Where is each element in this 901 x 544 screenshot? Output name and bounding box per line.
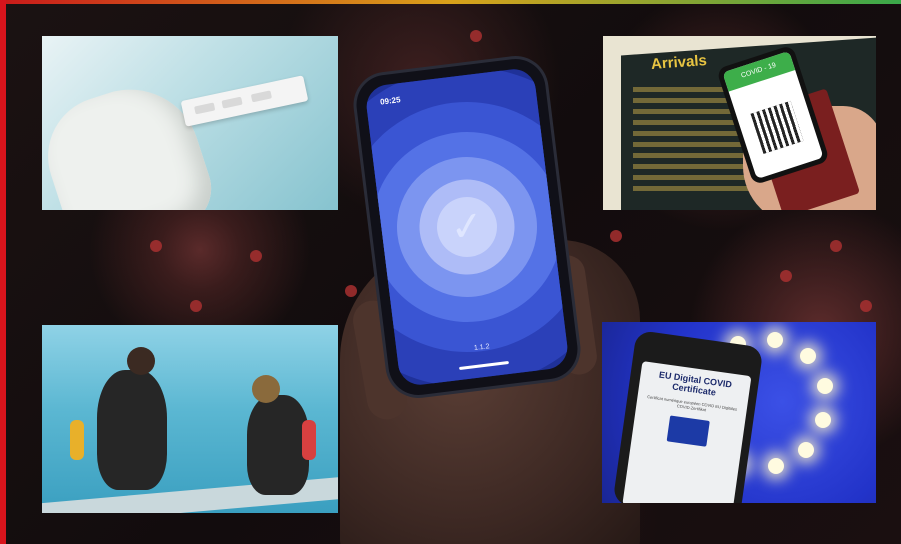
virus-spike bbox=[345, 285, 357, 297]
eu-star-icon bbox=[817, 378, 833, 394]
photo-eu-certificate: EU Digital COVID Certificate Certificat … bbox=[602, 322, 876, 503]
photo-airport-arrivals: Arrivals COVID - 19 bbox=[603, 36, 876, 210]
collage-frame: ✓ 09:25 1.1.2 Arrivals COVID - 19 EU Dig… bbox=[0, 0, 901, 544]
virus-spike bbox=[150, 240, 162, 252]
phone-eu-certificate: EU Digital COVID Certificate Certificat … bbox=[612, 329, 764, 503]
checkmark-icon: ✓ bbox=[447, 203, 487, 251]
air-tank bbox=[302, 420, 316, 460]
eu-star-icon bbox=[815, 412, 831, 428]
eu-star-icon bbox=[767, 332, 783, 348]
smartphone: ✓ 09:25 1.1.2 bbox=[353, 55, 581, 399]
eu-star-icon bbox=[798, 442, 814, 458]
virus-spike bbox=[610, 230, 622, 242]
phone-screen: ✓ 09:25 1.1.2 bbox=[364, 66, 570, 388]
eu-flag-icon bbox=[666, 415, 710, 447]
top-color-bar bbox=[0, 0, 901, 4]
photo-antigen-test bbox=[42, 36, 338, 210]
photo-scuba-divers bbox=[42, 325, 338, 513]
virus-spike bbox=[470, 30, 482, 42]
left-accent-bar bbox=[0, 0, 6, 544]
test-cassette bbox=[180, 75, 309, 127]
virus-spike bbox=[780, 270, 792, 282]
air-tank bbox=[70, 420, 84, 460]
diver-head bbox=[127, 347, 155, 375]
qr-code-icon bbox=[750, 100, 804, 154]
virus-spike bbox=[830, 240, 842, 252]
diver-right bbox=[247, 395, 309, 495]
virus-spike bbox=[250, 250, 262, 262]
diver-head bbox=[252, 375, 280, 403]
gloved-hand bbox=[42, 71, 222, 210]
virus-spike bbox=[190, 300, 202, 312]
eu-star-icon bbox=[768, 458, 784, 474]
diver-left bbox=[97, 370, 167, 490]
eu-star-icon bbox=[800, 348, 816, 364]
virus-spike bbox=[860, 300, 872, 312]
certificate-screen: EU Digital COVID Certificate Certificat … bbox=[622, 361, 752, 503]
